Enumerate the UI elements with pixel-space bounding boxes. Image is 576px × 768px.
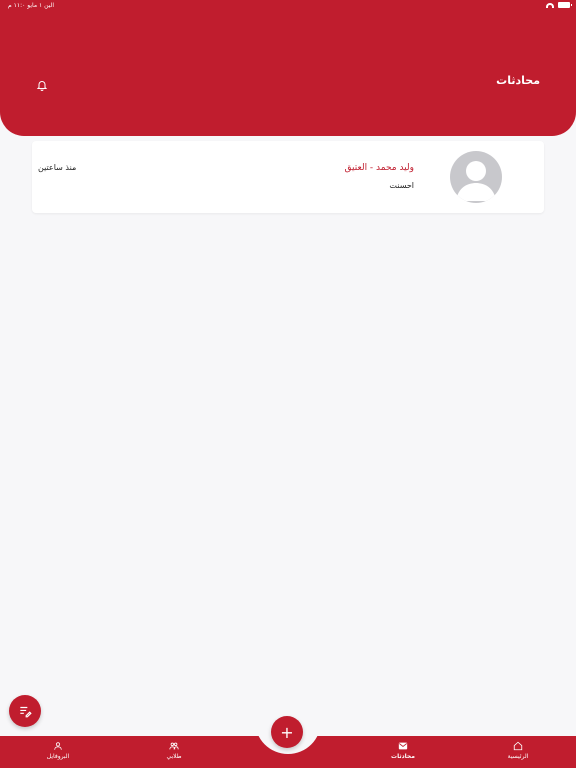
user-icon [54, 742, 62, 750]
nav-item-profile[interactable]: البروفايل [28, 741, 88, 765]
status-bar: الين ١ مايو ١١:٠ م [0, 0, 576, 12]
bell-icon[interactable] [36, 76, 48, 91]
page-title: محادثات [496, 74, 540, 87]
edit-list-icon [20, 706, 32, 718]
avatar [450, 151, 502, 203]
nav-label-home: الرئيسية [507, 753, 529, 760]
header: محادثات [0, 0, 576, 136]
nav-item-students[interactable]: طلابي [144, 741, 204, 765]
nav-label-profile: البروفايل [46, 753, 70, 760]
nav-item-chats[interactable]: محادثات [373, 741, 433, 765]
nav-label-chats: محادثات [391, 753, 415, 760]
wifi-icon [546, 2, 554, 8]
add-button[interactable]: + [271, 716, 303, 748]
last-message: احسنت [389, 181, 414, 190]
nav-item-home[interactable]: الرئيسية [488, 741, 548, 765]
nav-label-students: طلابي [166, 753, 182, 760]
status-time: الين ١ مايو ١١:٠ م [8, 2, 54, 9]
students-icon [169, 742, 179, 750]
battery-icon [558, 2, 572, 8]
compose-button[interactable] [9, 695, 41, 727]
timestamp: منذ ساعتين [38, 163, 77, 172]
mail-icon [398, 742, 408, 750]
conversation-card[interactable]: وليد محمد - العتيق احسنت منذ ساعتين [32, 141, 544, 213]
status-icons [546, 2, 572, 8]
home-icon [513, 741, 523, 751]
contact-name: وليد محمد - العتيق [344, 163, 414, 173]
